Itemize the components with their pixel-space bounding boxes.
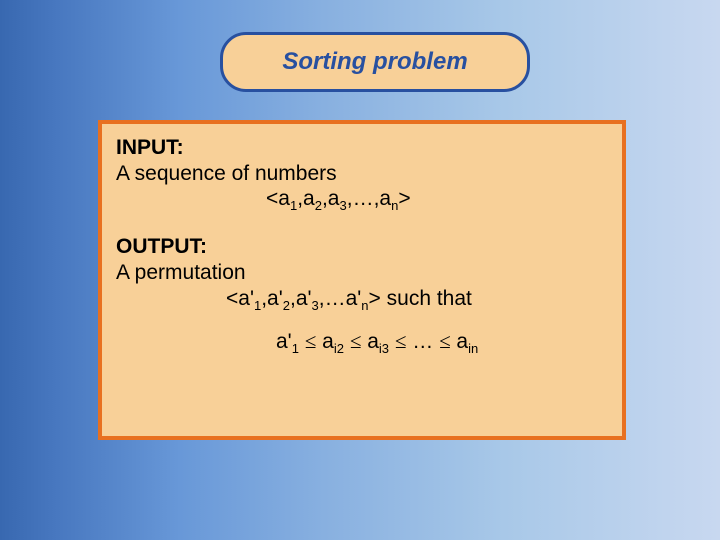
- content-box: INPUT: A sequence of numbers <a1,a2,a3,……: [98, 120, 626, 440]
- title-text: Sorting problem: [282, 48, 467, 76]
- input-sequence: <a1,a2,a3,…,an>: [116, 187, 608, 211]
- input-label: INPUT:: [116, 136, 608, 160]
- output-desc: A permutation: [116, 259, 608, 286]
- title-box: Sorting problem: [220, 32, 530, 92]
- output-label: OUTPUT:: [116, 235, 608, 259]
- input-desc: A sequence of numbers: [116, 160, 608, 187]
- output-sequence: <a'1,a'2,a'3,…a'n> such that: [116, 287, 608, 311]
- output-relation: a'1 ≤ ai2 ≤ ai3 ≤ … ≤ ain: [116, 329, 608, 354]
